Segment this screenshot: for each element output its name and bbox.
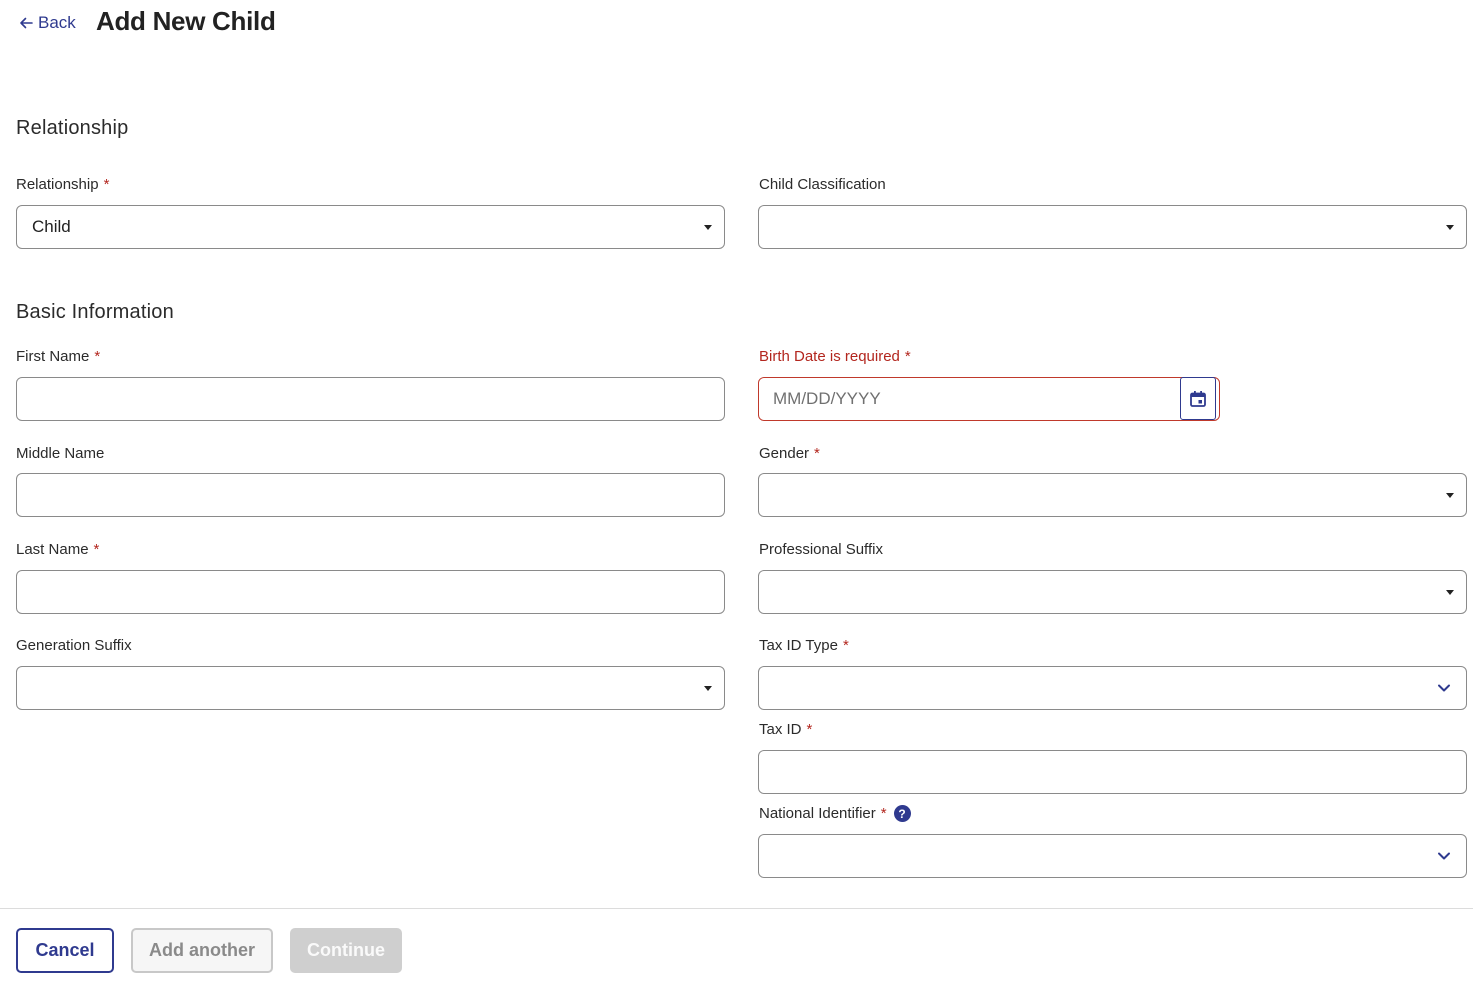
arrow-left-icon: [20, 17, 33, 29]
birth-date-field: [758, 377, 1220, 421]
required-marker: *: [814, 445, 820, 462]
tax-id-type-select[interactable]: [758, 666, 1467, 710]
footer-divider: [0, 908, 1473, 909]
last-name-label: Last Name *: [16, 541, 100, 558]
required-marker: *: [93, 541, 100, 558]
back-label: Back: [38, 13, 76, 32]
relationship-select-value: Child: [32, 217, 71, 236]
relationship-select[interactable]: Child: [16, 205, 725, 249]
child-classification-select[interactable]: [758, 205, 1467, 249]
required-marker: *: [806, 721, 813, 738]
cancel-button[interactable]: Cancel: [16, 928, 114, 973]
section-title-relationship: Relationship: [16, 117, 129, 139]
required-marker: *: [904, 348, 911, 365]
caret-down-icon: [704, 224, 712, 230]
last-name-field: [16, 570, 725, 614]
professional-suffix-label: Professional Suffix: [759, 541, 883, 558]
professional-suffix-select[interactable]: [758, 570, 1467, 614]
required-marker: *: [94, 348, 101, 365]
tax-id-type-label: Tax ID Type *: [759, 637, 849, 654]
page-title: Add New Child: [96, 6, 276, 36]
child-classification-label: Child Classification: [759, 176, 886, 193]
caret-down-icon: [704, 685, 712, 691]
first-name-field: [16, 377, 725, 421]
gender-label: Gender *: [759, 445, 820, 462]
help-icon[interactable]: ?: [893, 805, 911, 822]
required-marker: *: [103, 176, 110, 193]
section-title-basic-information: Basic Information: [16, 301, 174, 323]
relationship-label: Relationship *: [16, 176, 110, 193]
middle-name-field: [16, 473, 725, 517]
birth-date-error-label: Birth Date is required *: [759, 348, 911, 365]
national-identifier-label: National Identifier * ?: [759, 805, 911, 822]
tax-id-field: [758, 750, 1467, 794]
calendar-icon: [1190, 390, 1206, 407]
birth-date-input[interactable]: [759, 378, 1219, 420]
back-link[interactable]: Back: [18, 12, 76, 34]
caret-down-icon: [1446, 224, 1454, 230]
calendar-button[interactable]: [1180, 377, 1216, 420]
generation-suffix-select[interactable]: [16, 666, 725, 710]
generation-suffix-label: Generation Suffix: [16, 637, 132, 654]
add-another-button[interactable]: Add another: [131, 928, 273, 973]
chevron-down-icon: [1438, 852, 1450, 860]
chevron-down-icon: [1438, 684, 1450, 692]
gender-select[interactable]: [758, 473, 1467, 517]
required-marker: *: [842, 637, 849, 654]
continue-button[interactable]: Continue: [290, 928, 402, 973]
last-name-input[interactable]: [17, 571, 724, 613]
caret-down-icon: [1446, 589, 1454, 595]
tax-id-input[interactable]: [759, 751, 1466, 793]
tax-id-label: Tax ID *: [759, 721, 813, 738]
first-name-label: First Name *: [16, 348, 101, 365]
national-identifier-select[interactable]: [758, 834, 1467, 878]
first-name-input[interactable]: [17, 378, 724, 420]
required-marker: *: [880, 805, 887, 822]
caret-down-icon: [1446, 492, 1454, 498]
middle-name-input[interactable]: [17, 474, 724, 516]
middle-name-label: Middle Name: [16, 445, 105, 462]
